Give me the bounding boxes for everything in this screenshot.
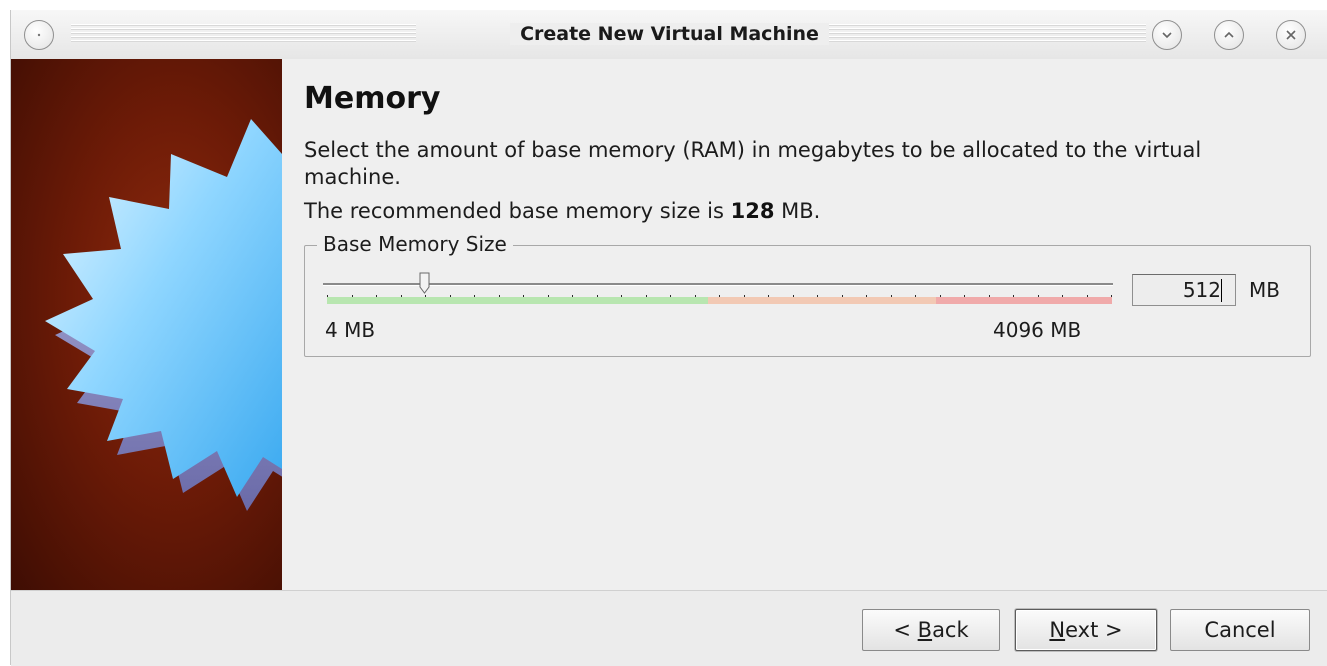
page-content: Memory Select the amount of base memory … <box>282 59 1327 590</box>
title-bar[interactable]: Create New Virtual Machine <box>11 10 1327 60</box>
window-title: Create New Virtual Machine <box>510 23 829 45</box>
recommend-suffix: MB. <box>774 199 821 223</box>
recommend-value: 128 <box>730 199 775 223</box>
scale-red-segment <box>936 297 1112 304</box>
cancel-button[interactable]: Cancel <box>1170 609 1310 651</box>
memory-slider-track[interactable] <box>323 283 1113 286</box>
group-title: Base Memory Size <box>317 232 513 256</box>
close-icon[interactable] <box>1276 20 1306 50</box>
minimize-icon[interactable] <box>1152 20 1182 50</box>
recommend-prefix: The recommended base memory size is <box>304 199 731 223</box>
recommended-memory-text: The recommended base memory size is 128 … <box>304 199 820 223</box>
slider-max-label: 4096 MB <box>993 318 1082 342</box>
maximize-icon[interactable] <box>1214 20 1244 50</box>
memory-unit-label: MB <box>1249 278 1280 302</box>
page-title: Memory <box>304 81 441 116</box>
group-title-mnemonic: M <box>378 232 396 256</box>
page-description: Select the amount of base memory (RAM) i… <box>304 138 1202 189</box>
group-title-text: Base Memory Size <box>323 232 507 256</box>
scale-green-segment <box>327 297 708 304</box>
scale-orange-segment <box>708 297 936 304</box>
text-caret <box>1221 279 1222 302</box>
back-button[interactable]: < Back <box>862 609 1000 651</box>
button-bar: < Back Next > Cancel <box>11 590 1327 666</box>
memory-slider-handle[interactable] <box>419 272 430 294</box>
next-mnemonic: N <box>1049 618 1066 642</box>
starburst-icon <box>45 119 282 511</box>
base-memory-group: Base Memory Size 4 MB 4096 MB MB <box>304 232 1311 357</box>
next-button[interactable]: Next > <box>1015 609 1157 651</box>
window-title-container: Create New Virtual Machine <box>11 23 1327 45</box>
dialog-window: Create New Virtual Machine Memory Select… <box>10 10 1327 666</box>
slider-min-label: 4 MB <box>325 318 376 342</box>
wizard-banner <box>11 59 282 590</box>
back-mnemonic: B <box>917 618 933 642</box>
memory-color-scale <box>327 297 1112 304</box>
